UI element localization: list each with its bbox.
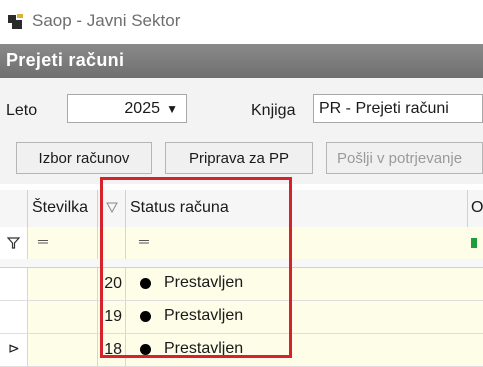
table-row[interactable]: 20 Prestavljen — [0, 268, 483, 301]
column-header-stevilka[interactable]: Številka — [28, 190, 98, 227]
year-select[interactable]: 2025 ▼ — [67, 94, 187, 123]
module-title: Prejeti računi — [6, 50, 125, 70]
column-header-o[interactable]: O — [468, 190, 483, 227]
status-dot-icon — [140, 278, 151, 289]
row-pointer-icon: ⊳ — [8, 340, 20, 356]
cell-number: 19 — [98, 301, 126, 333]
window-title: Saop - Javni Sektor — [32, 11, 181, 30]
row-number: 20 — [104, 275, 122, 292]
cell-status: Prestavljen — [126, 268, 483, 300]
column-header-label: O — [471, 199, 483, 216]
cell-stevilka — [28, 268, 98, 300]
chevron-down-icon[interactable]: ▼ — [166, 102, 178, 116]
status-text: Prestavljen — [164, 340, 244, 357]
izbor-racunov-button[interactable]: Izbor računov — [16, 142, 152, 174]
column-header-label: Status računa — [130, 199, 229, 216]
row-indicator: ⊳ — [0, 334, 28, 366]
knjiga-select[interactable]: PR - Prejeti računi — [313, 94, 483, 123]
priprava-za-pp-button[interactable]: Priprava za PP — [165, 142, 313, 174]
sort-triangle-icon[interactable] — [106, 202, 118, 213]
status-text: Prestavljen — [164, 274, 244, 291]
filter-cell-stevilka[interactable]: ═ — [28, 227, 98, 259]
toolbar: Izbor računov Priprava za PP Pošlji v po… — [0, 134, 483, 184]
green-marker-icon — [471, 238, 477, 248]
filter-cell-sort[interactable] — [98, 227, 126, 259]
table-row[interactable]: ⊳ 18 Prestavljen — [0, 334, 483, 367]
grid-header: Številka Status računa O — [0, 190, 483, 228]
status-dot-icon — [140, 344, 151, 355]
table-row[interactable]: 19 Prestavljen — [0, 301, 483, 334]
module-header: Prejeti računi — [0, 44, 483, 78]
filter-funnel-icon — [7, 237, 20, 249]
poslji-v-potrjevanje-button[interactable]: Pošlji v potrjevanje — [326, 142, 483, 174]
leto-label: Leto — [6, 102, 38, 119]
row-number: 19 — [104, 308, 122, 325]
cell-stevilka — [28, 301, 98, 333]
row-indicator — [0, 301, 28, 333]
filter-operator-icon: ═ — [38, 233, 48, 249]
year-value: 2025 — [124, 100, 160, 117]
saop-app-icon — [8, 14, 23, 29]
cell-number: 18 — [98, 334, 126, 366]
status-text: Prestavljen — [164, 307, 244, 324]
window-titlebar: Saop - Javni Sektor — [0, 0, 483, 44]
cell-status: Prestavljen — [126, 334, 483, 366]
filter-operator-icon: ═ — [139, 233, 149, 249]
column-header-label: Številka — [32, 199, 89, 216]
cell-stevilka — [28, 334, 98, 366]
cell-number: 20 — [98, 268, 126, 300]
column-header-status[interactable]: Status računa — [126, 190, 468, 227]
grid-filter-row: ═ ═ — [0, 227, 483, 260]
sort-column[interactable] — [98, 190, 126, 227]
row-number: 18 — [104, 341, 122, 358]
status-dot-icon — [140, 311, 151, 322]
row-indicator — [0, 268, 28, 300]
filter-cell-status[interactable]: ═ — [126, 227, 483, 259]
grid-spacer — [0, 259, 483, 268]
knjiga-value: PR - Prejeti računi — [319, 100, 449, 117]
cell-status: Prestavljen — [126, 301, 483, 333]
filter-bar: Leto 2025 ▼ Knjiga PR - Prejeti računi — [0, 78, 483, 134]
filter-row-indicator — [0, 227, 28, 259]
knjiga-label: Knjiga — [251, 102, 296, 119]
header-indicator-col — [0, 190, 28, 227]
